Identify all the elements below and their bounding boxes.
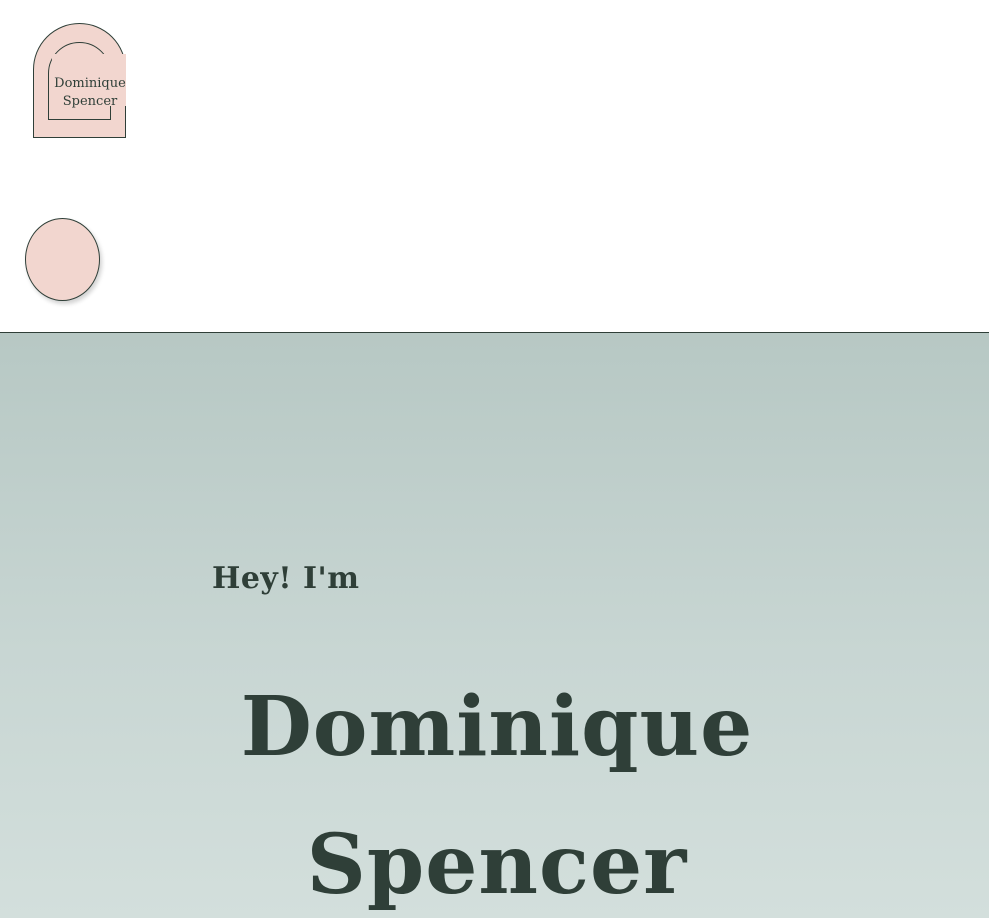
hero-greeting: Hey! I'm (212, 561, 360, 596)
menu-toggle-button[interactable] (25, 218, 100, 301)
logo-text-line2: Spencer (62, 94, 118, 109)
hero-name: Dominique Spencer (0, 658, 989, 918)
hero-name-line2: Spencer (306, 817, 688, 913)
site-header: Dominique Spencer (0, 0, 989, 333)
logo-text-line1: Dominique (54, 76, 126, 91)
site-logo[interactable]: Dominique Spencer (33, 23, 126, 138)
hero-name-line1: Dominique (240, 679, 754, 775)
logo-text: Dominique Spencer (35, 75, 145, 111)
hero-section: Hey! I'm Dominique Spencer (0, 333, 989, 918)
page: Dominique Spencer Hey! I'm Dominique Spe… (0, 0, 989, 918)
